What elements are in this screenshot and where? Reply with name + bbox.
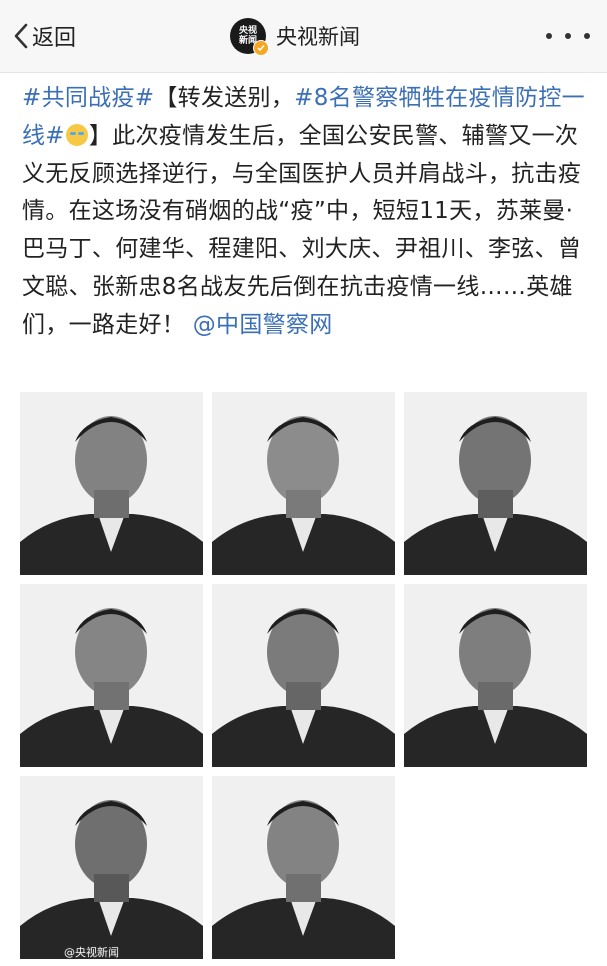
- back-label: 返回: [32, 26, 77, 51]
- navbar: 返回 央视新闻 央视新闻: [0, 0, 607, 73]
- post-text: #共同战疫#【转发送别，#8名警察牺牲在疫情防控一线# 】此次疫情发生后，全国公安…: [22, 80, 588, 345]
- photo-8[interactable]: [212, 776, 395, 959]
- account-name: 央视新闻: [276, 25, 360, 49]
- portrait-image: [20, 392, 203, 575]
- portrait-image: [20, 584, 203, 767]
- verified-badge-icon: [253, 40, 269, 56]
- crying-emoji-icon: [65, 123, 88, 146]
- post-text-segment: 【转发送别，: [154, 85, 295, 111]
- account-avatar[interactable]: 央视新闻: [230, 18, 269, 56]
- portrait-image: [212, 392, 395, 575]
- account-header[interactable]: 央视新闻 央视新闻: [230, 16, 360, 56]
- portrait-image: [404, 584, 587, 767]
- portrait-image: [404, 392, 587, 575]
- image-watermark: @央视新闻: [64, 946, 119, 959]
- chevron-left-icon: [14, 23, 28, 49]
- photo-5[interactable]: [212, 584, 395, 767]
- mention-link[interactable]: @中国警察网: [193, 312, 333, 338]
- photo-7[interactable]: [20, 776, 203, 959]
- photo-2[interactable]: [212, 392, 395, 575]
- portrait-image: [212, 584, 395, 767]
- back-button[interactable]: 返回: [14, 18, 76, 54]
- more-dots-icon[interactable]: [546, 26, 590, 46]
- photo-6[interactable]: [404, 584, 587, 767]
- portrait-image: [212, 776, 395, 959]
- photo-4[interactable]: [20, 584, 203, 767]
- photo-3[interactable]: [404, 392, 587, 575]
- photo-1[interactable]: [20, 392, 203, 575]
- hashtag-link[interactable]: #共同战疫#: [22, 85, 154, 111]
- portrait-image: [20, 776, 203, 959]
- post-text-segment: 】此次疫情发生后，全国公安民警、辅警又一次义无反顾选择逆行，与全国医护人员并肩战…: [22, 122, 582, 338]
